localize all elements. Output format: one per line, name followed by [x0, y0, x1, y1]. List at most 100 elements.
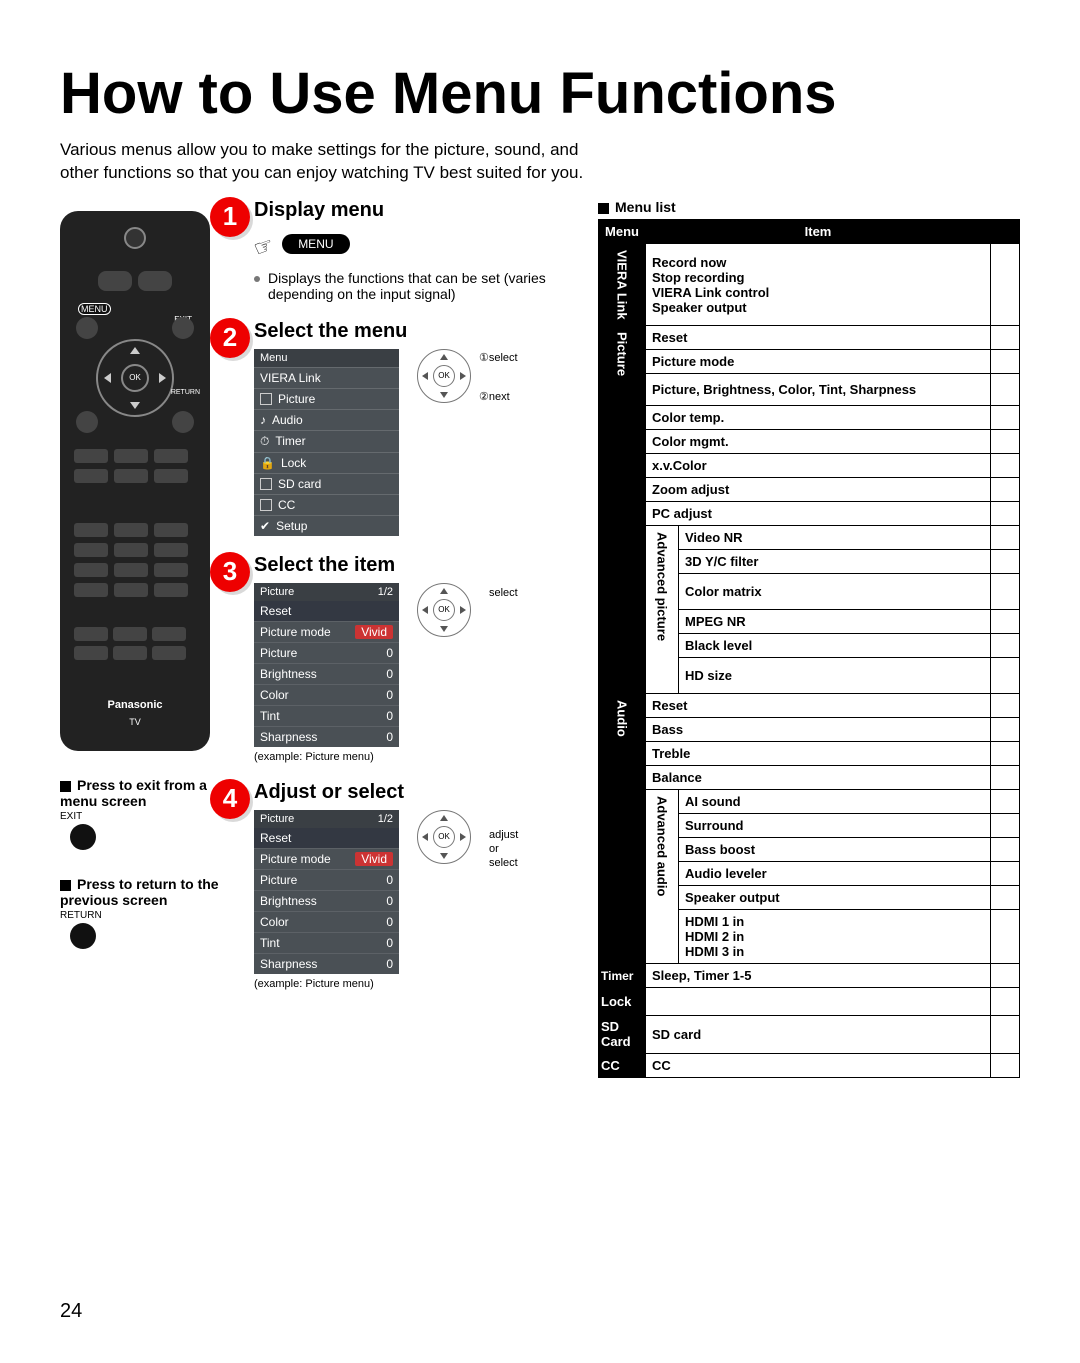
- osd-value: 0: [386, 957, 393, 971]
- osd-key: Color: [260, 915, 289, 929]
- cc-icon: [260, 499, 272, 511]
- osd-key: Sharpness: [260, 730, 317, 744]
- adv-audio-item: Bass boost: [679, 838, 991, 862]
- cat-audio: Audio: [599, 694, 646, 964]
- ok-label: OK: [433, 599, 455, 621]
- cat-viera: VIERA Link: [599, 243, 646, 326]
- osd-value: 0: [386, 894, 393, 908]
- menulist-title: Menu list: [598, 199, 1020, 215]
- osd-item: Picture: [278, 392, 315, 406]
- cat-adv-audio: Advanced audio: [646, 790, 679, 964]
- adv-picture-item: MPEG NR: [679, 610, 991, 634]
- adv-picture-item: 3D Y/C filter: [679, 550, 991, 574]
- timer-item: Sleep, Timer 1-5: [646, 964, 991, 988]
- osd-value: 0: [386, 936, 393, 950]
- adv-audio-item: AI sound: [679, 790, 991, 814]
- remote-illustration: MENU EXIT OK RETURN Panasonic TV: [60, 211, 210, 751]
- audio-item: Bass: [646, 718, 991, 742]
- picture-item: Picture mode: [646, 350, 991, 374]
- adv-picture-item: Video NR: [679, 526, 991, 550]
- setup-icon: ✔: [260, 519, 270, 533]
- picture-item: Picture, Brightness, Color, Tint, Sharpn…: [646, 374, 991, 406]
- remote-return-label: RETURN: [171, 389, 200, 396]
- osd-item: Lock: [281, 456, 306, 470]
- step3-ann: select: [489, 587, 518, 599]
- remote-menu-label: MENU: [78, 303, 111, 315]
- osd-key: Picture: [260, 646, 297, 660]
- osd-item: SD card: [278, 477, 321, 491]
- ok-label: OK: [433, 826, 455, 848]
- cat-lock: Lock: [599, 988, 646, 1016]
- picture-item: PC adjust: [646, 502, 991, 526]
- audio-icon: ♪: [260, 413, 266, 427]
- adv-picture-item: Black level: [679, 634, 991, 658]
- exit-button-icon: [70, 824, 96, 850]
- osd-key: Picture mode: [260, 852, 331, 866]
- step3-title: Select the item: [254, 554, 584, 577]
- osd-value: 0: [386, 667, 393, 681]
- adv-audio-item: HDMI 1 in HDMI 2 in HDMI 3 in: [679, 910, 991, 964]
- ok-pad: OK: [417, 349, 471, 403]
- cat-picture: Picture: [599, 326, 646, 694]
- step4-title: Adjust or select: [254, 781, 584, 804]
- osd-item: VIERA Link: [260, 371, 321, 385]
- osd-item: Timer: [275, 434, 305, 448]
- step-number-1: 1: [210, 197, 250, 237]
- adv-audio-item: Speaker output: [679, 886, 991, 910]
- osd-page: 1/2: [378, 813, 393, 825]
- osd-key: Color: [260, 688, 289, 702]
- intro-text: Various menus allow you to make settings…: [60, 139, 620, 185]
- osd-value: Vivid: [355, 625, 393, 639]
- osd-key: Brightness: [260, 894, 317, 908]
- osd-key: Sharpness: [260, 957, 317, 971]
- cat-cc: CC: [599, 1054, 646, 1078]
- cc-item: CC: [646, 1054, 991, 1078]
- remote-dpad: OK: [96, 339, 174, 417]
- step3-caption: (example: Picture menu): [254, 751, 584, 763]
- step-number-4: 4: [210, 779, 250, 819]
- picture-item: Color mgmt.: [646, 430, 991, 454]
- osd-key: Picture: [260, 873, 297, 887]
- viera-items: Record now Stop recording VIERA Link con…: [646, 243, 991, 326]
- picture-item: Color temp.: [646, 406, 991, 430]
- step2-osd: Menu VIERA Link Picture ♪Audio ⏱Timer 🔒L…: [254, 349, 399, 536]
- page-number: 24: [60, 1300, 82, 1323]
- osd-item: Audio: [272, 413, 303, 427]
- ok-pad: OK: [417, 810, 471, 864]
- step-number-3: 3: [210, 552, 250, 592]
- note-return-heading: Press to return to the previous screen: [60, 876, 219, 908]
- th-item: Item: [646, 219, 991, 243]
- step2-title: Select the menu: [254, 320, 584, 343]
- osd-value: 0: [386, 646, 393, 660]
- menulist-table: Menu Item VIERA Link Record now Stop rec…: [598, 219, 1020, 1078]
- note-return: Press to return to the previous screen R…: [60, 876, 240, 949]
- picture-item: Zoom adjust: [646, 478, 991, 502]
- audio-item: Balance: [646, 766, 991, 790]
- osd-reset: Reset: [254, 601, 399, 621]
- step1-title: Display menu: [254, 199, 584, 222]
- osd-item: Setup: [276, 519, 307, 533]
- remote-brand: Panasonic: [60, 699, 210, 711]
- picture-item: x.v.Color: [646, 454, 991, 478]
- ok-label: OK: [433, 365, 455, 387]
- osd-key: Brightness: [260, 667, 317, 681]
- step4-osd: Picture 1/2 Reset Picture mode Vivid Pictu…: [254, 810, 399, 974]
- osd-value: 0: [386, 709, 393, 723]
- note-exit-heading: Press to exit from a menu screen: [60, 777, 207, 809]
- adv-picture-item: Color matrix: [679, 574, 991, 610]
- step3-osd: Picture1/2 Reset Picture modeVivid Pictu…: [254, 583, 399, 747]
- cat-adv-picture: Advanced picture: [646, 526, 679, 694]
- step2-ann2: ②next: [479, 390, 518, 403]
- step-number-2: 2: [210, 318, 250, 358]
- step1-desc: Displays the functions that can be set (…: [254, 270, 584, 302]
- adv-picture-item: HD size: [679, 658, 991, 694]
- th-menu: Menu: [599, 219, 646, 243]
- osd-reset: Reset: [254, 828, 399, 848]
- osd-header: Picture: [260, 813, 294, 825]
- step4-caption: (example: Picture menu): [254, 978, 584, 990]
- sd-item: SD card: [646, 1016, 991, 1054]
- osd-value: 0: [386, 873, 393, 887]
- adv-audio-item: Audio leveler: [679, 862, 991, 886]
- osd-value: 0: [386, 688, 393, 702]
- osd-value: Vivid: [355, 852, 393, 866]
